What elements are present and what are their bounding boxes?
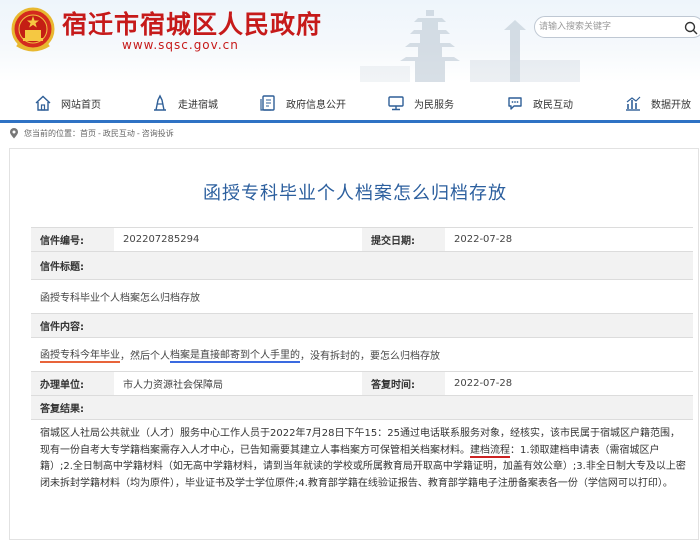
breadcrumb-prefix: 您当前的位置： — [24, 129, 80, 138]
main-nav: 网站首页 走进宿城 政府信息公开 为民服务 政民互动 数据开放 — [0, 84, 700, 120]
nav-item-open-data[interactable]: 数据开放 — [624, 92, 691, 114]
landmark-icon — [154, 94, 166, 111]
document-icon — [260, 95, 275, 111]
submit-date-label: 提交日期: — [362, 228, 445, 251]
number-value: 202207285294 — [123, 234, 200, 245]
subject-value: 函授专科毕业个人档案怎么归档存放 — [40, 293, 200, 304]
reply-label: 答复结果: — [31, 396, 693, 419]
dept-value: 市人力资源社会保障局 — [123, 380, 223, 391]
subject-label: 信件标题: — [31, 252, 693, 279]
page-title: 函授专科毕业个人档案怎么归档存放 — [203, 183, 507, 204]
search-box — [534, 16, 700, 38]
breadcrumb-consult[interactable]: 咨询投诉 — [142, 128, 174, 139]
reply-date-value: 2022-07-28 — [454, 378, 513, 389]
breadcrumb-separator: - — [98, 129, 101, 138]
table-row: 宿城区人社局公共就业（人才）服务中心工作人员于2022年7月28日下午15：25… — [31, 419, 693, 537]
pagoda-illustration — [360, 10, 580, 82]
reply-date-label: 答复时间: — [362, 372, 445, 395]
chart-icon — [626, 96, 641, 111]
dept-label: 办理单位: — [31, 372, 114, 395]
reply-highlight: 建档流程 — [470, 444, 510, 458]
chat-icon — [508, 97, 522, 110]
nav-underline — [0, 120, 700, 123]
search-icon[interactable] — [683, 20, 699, 36]
nav-label: 数据开放 — [651, 99, 691, 111]
breadcrumb-interaction[interactable]: 政民互动 — [103, 128, 135, 139]
nav-label: 政府信息公开 — [286, 99, 346, 111]
monitor-icon — [388, 96, 404, 111]
nav-label: 走进宿城 — [178, 99, 218, 111]
table-row: 答复结果: — [31, 395, 693, 419]
breadcrumb-separator: - — [136, 129, 140, 138]
content-highlight-blue: 档案是直接邮寄到个人手里的 — [170, 346, 300, 363]
nav-item-services[interactable]: 为民服务 — [387, 92, 454, 114]
site-url: www.sqsc.gov.cn — [122, 38, 239, 52]
nav-label: 为民服务 — [414, 99, 454, 111]
nav-item-about[interactable]: 走进宿城 — [151, 92, 218, 114]
national-emblem-icon — [11, 7, 55, 52]
breadcrumb-home[interactable]: 首页 — [80, 128, 96, 139]
breadcrumb: 您当前的位置： 首页 - 政民互动 - 咨询投诉 — [9, 128, 174, 139]
submit-date-value: 2022-07-28 — [454, 234, 513, 245]
nav-item-interaction[interactable]: 政民互动 — [506, 92, 573, 114]
table-row: 办理单位: 市人力资源社会保障局 答复时间: 2022-07-28 — [31, 371, 693, 395]
content-text: ，没有拆封的，要怎么归档存放 — [300, 351, 440, 362]
nav-label: 政民互动 — [533, 99, 573, 111]
search-input[interactable] — [539, 19, 679, 35]
reply-text: 宿城区人社局公共就业（人才）服务中心工作人员于2022年7月28日下午15：25… — [40, 426, 688, 492]
content-text: ，然后个人 — [120, 351, 170, 362]
letter-panel: 函授专科毕业个人档案怎么归档存放 信件编号: 202207285294 提交日期… — [9, 148, 699, 540]
content-value: 函授专科今年毕业 ，然后个人 档案是直接邮寄到个人手里的 ，没有拆封的，要怎么归档存放 — [31, 338, 693, 371]
nav-item-info-disclosure[interactable]: 政府信息公开 — [259, 92, 346, 114]
location-pin-icon — [10, 128, 18, 139]
content-highlight-red: 函授专科今年毕业 — [40, 346, 120, 363]
table-row: 信件编号: 202207285294 提交日期: 2022-07-28 — [31, 227, 693, 251]
table-row: 信件内容: — [31, 313, 693, 337]
site-header: 宿迁市宿城区人民政府 www.sqsc.gov.cn — [0, 0, 700, 82]
nav-label: 网站首页 — [61, 99, 101, 111]
home-icon — [35, 95, 51, 111]
content-label: 信件内容: — [31, 314, 693, 337]
table-row: 函授专科毕业个人档案怎么归档存放 — [31, 279, 693, 313]
nav-item-home[interactable]: 网站首页 — [34, 92, 101, 114]
table-row: 函授专科今年毕业 ，然后个人 档案是直接邮寄到个人手里的 ，没有拆封的，要怎么归档存放 — [31, 337, 693, 371]
site-title[interactable]: 宿迁市宿城区人民政府 — [62, 5, 322, 41]
table-row: 信件标题: — [31, 251, 693, 279]
number-label: 信件编号: — [31, 228, 114, 251]
